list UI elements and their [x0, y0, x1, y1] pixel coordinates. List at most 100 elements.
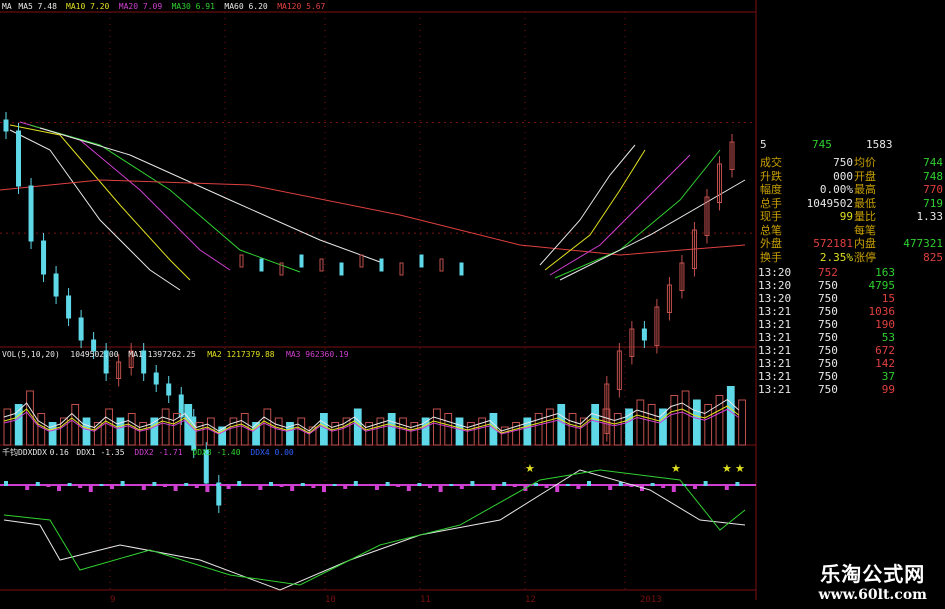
ddx-line: [3, 469, 746, 586]
ddx-bar: [481, 485, 485, 486]
ddx-bar: [343, 485, 348, 489]
star-marker: ★: [735, 462, 745, 475]
stat-label: 升跌: [760, 169, 782, 183]
tick-time: 13:21: [758, 331, 792, 344]
ddx-bar: [279, 485, 284, 487]
ma-line: [19, 121, 231, 271]
stat-value: 2.35%: [819, 250, 853, 264]
quote-stat-row: 幅度 0.00% 最高 770: [756, 183, 945, 197]
candle-body: [3, 119, 9, 132]
ddx-bar: [406, 485, 411, 491]
volume-bar: [704, 404, 713, 446]
volume-bar: [105, 408, 114, 446]
ma-line: [9, 129, 181, 291]
ddx-bar: [4, 481, 8, 486]
volume-bar: [274, 417, 283, 446]
watermark-url: www.60lt.com: [818, 587, 927, 603]
tick-row: 13:20 750 4795: [756, 279, 945, 293]
stat-label: 幅度: [760, 183, 782, 196]
volume-bar: [319, 413, 328, 446]
candle-body: [191, 416, 197, 451]
ddx-bar: [290, 485, 295, 491]
tick-time: 13:20: [758, 266, 792, 279]
ddx-bar: [417, 483, 422, 486]
tick-row: 13:21 750 99: [756, 383, 945, 397]
stat-label: 总笔: [760, 223, 782, 237]
candle-body: [459, 262, 464, 276]
ddx-bar: [184, 483, 189, 486]
ddx-bar: [332, 484, 337, 486]
quote-ask: 1583: [866, 138, 893, 151]
chart-grid: [0, 0, 757, 600]
ma-line: [554, 149, 721, 279]
ddx-bar: [46, 485, 51, 487]
quote-stat-row: 成交 750 均价 744: [756, 156, 945, 170]
ddx-bar: [438, 485, 443, 492]
ddx-bar: [247, 485, 252, 486]
volume-bar: [489, 413, 498, 446]
ddx-bar: [449, 484, 454, 486]
volume-bar: [568, 413, 577, 446]
candle-body: [399, 262, 404, 276]
volume-bar: [433, 408, 441, 446]
stat-label: 最低: [854, 196, 876, 210]
stat-label: 涨停: [854, 250, 876, 264]
tick-row: 13:21 750 672: [756, 344, 945, 358]
watermark: 乐淘公式网 www.60lt.com: [819, 558, 927, 603]
quote-stat-row: 总手 1049502 最低 719: [756, 197, 945, 211]
legend-label: MA10 7.20: [66, 2, 110, 11]
ddx-bar: [311, 485, 316, 488]
candle-body: [28, 185, 34, 242]
ddx-bar: [141, 485, 146, 490]
tick-volume: 190: [875, 318, 895, 331]
tick-time: 13:21: [758, 318, 792, 331]
tick-time: 13:21: [758, 344, 792, 357]
legend-label: MA20 7.09: [119, 2, 163, 11]
volume-bar: [647, 404, 656, 446]
stat-label: 内盘: [854, 237, 876, 250]
ddx-bar: [576, 485, 581, 489]
stat-label: 外盘: [760, 237, 782, 250]
ddx-bar: [502, 482, 507, 486]
candle-body: [419, 254, 424, 268]
tick-volume: 53: [881, 331, 895, 344]
tick-price: 750: [818, 292, 838, 305]
tick-price: 750: [818, 331, 838, 344]
tick-volume: 4795: [868, 279, 896, 292]
star-marker: ★: [525, 462, 535, 475]
candle-body: [299, 254, 304, 268]
legend-label: DDX4 0.00: [250, 448, 294, 457]
candle-body: [153, 372, 159, 385]
ddx-bar: [724, 485, 729, 490]
tick-volume: 672: [875, 344, 895, 357]
ddx-bar: [385, 482, 390, 486]
stat-value: 744: [923, 156, 943, 169]
ddx-bar: [300, 483, 305, 486]
tick-row: 13:21 750 37: [756, 370, 945, 384]
ddx-bar: [35, 482, 40, 486]
tick-row: 13:21 750 142: [756, 357, 945, 371]
ddx-bar: [88, 485, 93, 492]
legend-label: VOL(5,10,20): [2, 350, 60, 359]
x-axis-label: 2013: [640, 595, 662, 605]
stat-value: 750: [833, 156, 853, 169]
volume-bar: [738, 399, 746, 446]
stat-label: 现手: [760, 210, 782, 223]
stat-value: 719: [923, 196, 943, 210]
ddx-bar: [110, 485, 114, 489]
ddx-bar: [67, 483, 72, 486]
quote-bid: 745: [812, 138, 832, 151]
x-axis: 9 10 11 12 2013: [110, 595, 662, 605]
candle-body: [166, 383, 172, 396]
tick-time: 13:21: [758, 383, 792, 396]
ddx-bar: [364, 485, 369, 486]
volume-bar: [37, 413, 46, 446]
legend-label: MA3 962360.19: [286, 350, 349, 359]
volume-bar: [557, 404, 566, 446]
candle-body: [239, 254, 244, 268]
stat-value: 770: [923, 183, 943, 196]
legend-label: 0.16: [50, 448, 69, 457]
legend-label: DDX1 -1.35: [76, 448, 124, 457]
ddx-bar: [555, 485, 560, 492]
legend-label: MA5 7.48: [18, 2, 57, 11]
